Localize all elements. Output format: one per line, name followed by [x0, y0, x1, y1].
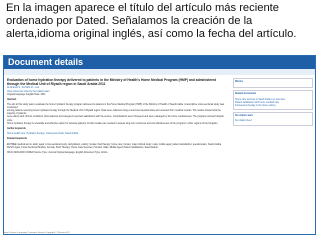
sidebar: Metrics Related documents Home care serv…: [233, 78, 313, 128]
article-language-date: Original language: English Date: 2011: [7, 93, 46, 96]
abstract-heading: Abstract: [7, 98, 17, 101]
article-title[interactable]: Evaluation of home hydration therapy del…: [7, 78, 229, 86]
metrics-box: Metrics: [233, 78, 313, 89]
author-keywords-heading: Author keywords: [7, 127, 26, 130]
page-footer: About Scopus Language Customer Service C…: [3, 232, 71, 234]
author-keywords[interactable]: Home health care; Hydration therapy; Int…: [7, 133, 229, 136]
abstract-line: Home hydration therapy is a feasible and…: [7, 122, 219, 125]
document-info: ISSN: 0000-0000 CODEN Source Type: Journ…: [7, 151, 108, 154]
metrics-heading: Metrics: [235, 81, 244, 83]
toolbar-strip: [4, 69, 315, 75]
indexed-keywords-heading: Indexed keywords: [7, 138, 27, 141]
caption-text: En la imagen aparece el título del artíc…: [6, 2, 297, 40]
related-heading: Related documents: [235, 93, 257, 96]
page-banner: Document details: [4, 56, 315, 69]
alert-link[interactable]: Set citation feed: [235, 120, 311, 123]
article-main: Evaluation of home hydration therapy del…: [7, 78, 229, 155]
related-box: Related documents Home care services in …: [233, 90, 313, 111]
page-title: Document details: [8, 57, 84, 67]
alert-heading: Set citation alert: [235, 115, 253, 118]
alert-box: Set citation alert Set citation feed: [233, 112, 313, 126]
document-details-screenshot: Document details Evaluation of home hydr…: [3, 55, 316, 235]
related-item[interactable]: Intravenous therapy in the home setting: [235, 105, 311, 108]
